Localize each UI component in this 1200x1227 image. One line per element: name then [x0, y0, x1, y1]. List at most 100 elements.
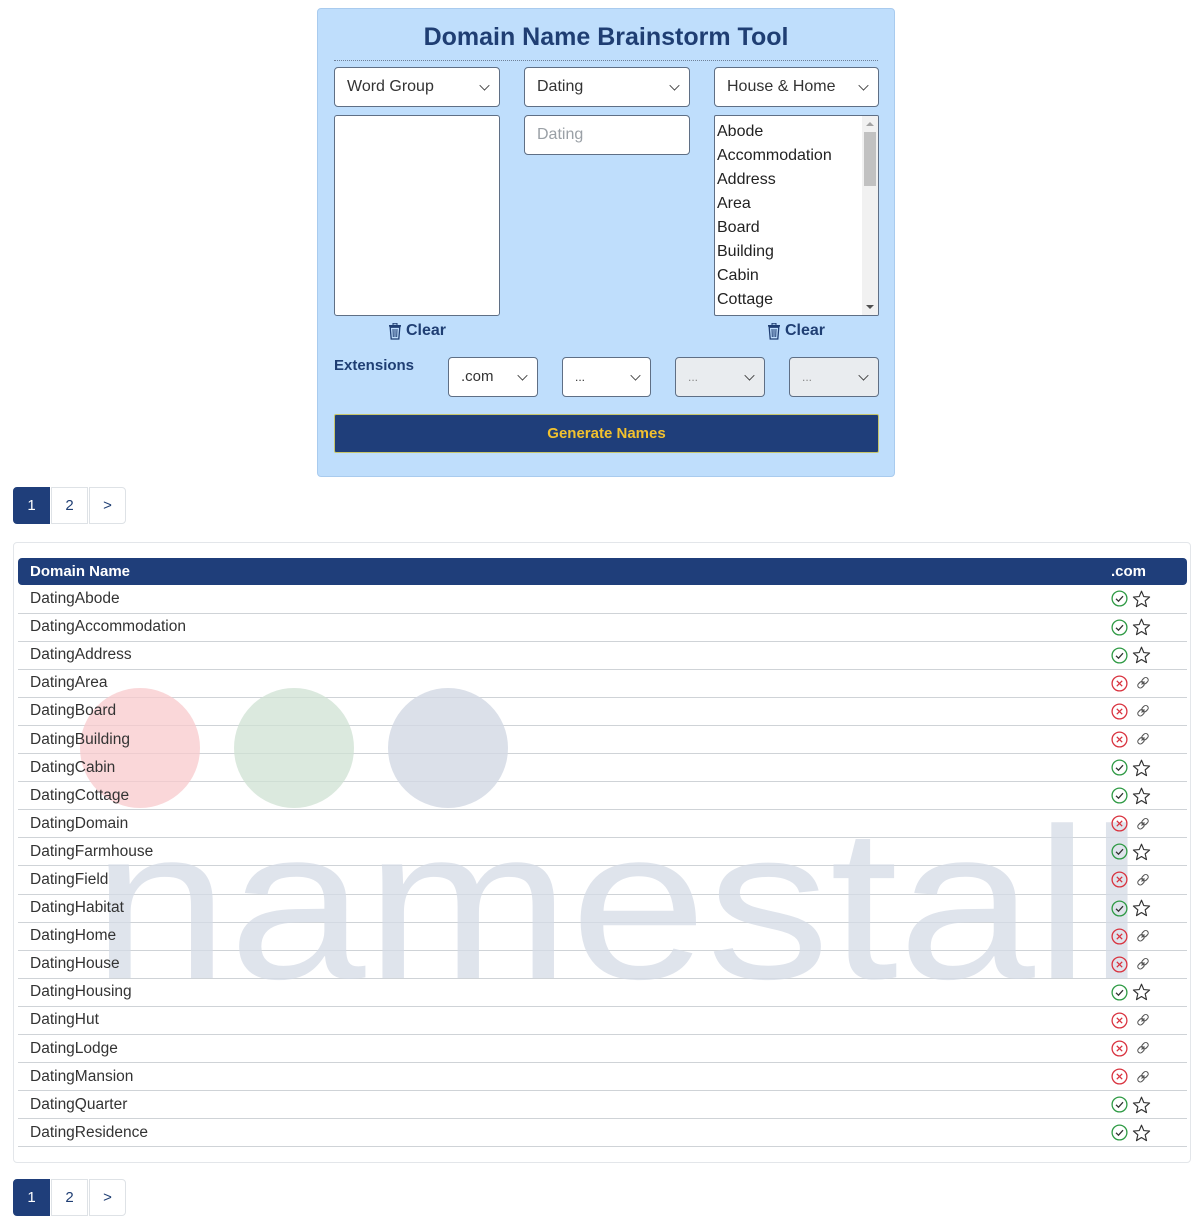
domain-name-cell[interactable]: DatingHut	[18, 1006, 1071, 1036]
com-status-cell	[1071, 725, 1187, 755]
available-check-icon	[1111, 899, 1128, 917]
scrollbar-thumb[interactable]	[864, 132, 876, 186]
star-favorite-icon[interactable]	[1132, 1124, 1151, 1142]
domain-name-cell[interactable]: DatingAccommodation	[18, 613, 1071, 642]
available-check-icon	[1111, 843, 1128, 860]
domain-name-cell[interactable]: DatingCabin	[18, 753, 1071, 783]
com-status-cell	[1071, 1118, 1187, 1148]
domain-name-cell[interactable]: DatingField	[18, 865, 1071, 895]
word-list-option[interactable]: Address	[715, 168, 878, 192]
taken-x-icon	[1111, 956, 1128, 973]
table-row: DatingArea	[18, 669, 1187, 698]
com-status-cell	[1071, 641, 1187, 670]
link-icon[interactable]	[1135, 1040, 1151, 1056]
star-favorite-icon[interactable]	[1132, 899, 1151, 917]
link-icon[interactable]	[1135, 928, 1151, 944]
star-favorite-icon[interactable]	[1132, 843, 1151, 861]
taken-x-icon	[1111, 675, 1128, 692]
domain-name-cell[interactable]: DatingCottage	[18, 781, 1071, 811]
pagination-bottom: 1 2 >	[13, 1179, 127, 1216]
next-page-button[interactable]: >	[89, 487, 126, 524]
keyword-input[interactable]: Dating	[524, 115, 690, 155]
link-icon[interactable]	[1135, 1069, 1151, 1085]
available-check-icon	[1111, 619, 1128, 636]
chevron-down-icon	[517, 370, 528, 381]
page-2-button[interactable]: 2	[51, 1179, 88, 1216]
domain-name-cell[interactable]: DatingHabitat	[18, 894, 1071, 923]
listbox-scrollbar[interactable]	[862, 116, 878, 315]
scroll-up-icon[interactable]	[866, 122, 874, 126]
link-icon[interactable]	[1135, 872, 1151, 888]
domain-name-cell[interactable]: DatingMansion	[18, 1062, 1071, 1092]
page-1-button[interactable]: 1	[13, 1179, 50, 1216]
domain-name-cell[interactable]: DatingHouse	[18, 950, 1071, 979]
domain-name-cell[interactable]: DatingBoard	[18, 697, 1071, 726]
domain-name-cell[interactable]: DatingBuilding	[18, 725, 1071, 755]
table-row: DatingCottage	[18, 781, 1187, 811]
table-header-row: Domain Name .com	[18, 558, 1187, 585]
link-icon[interactable]	[1135, 675, 1151, 691]
word-list-option[interactable]: Area	[715, 192, 878, 216]
word-group-select[interactable]: Word Group	[334, 67, 500, 107]
table-row: DatingAddress	[18, 641, 1187, 670]
link-icon[interactable]	[1135, 731, 1151, 747]
word-list-option[interactable]: Cabin	[715, 264, 878, 288]
col-domain-name[interactable]: Domain Name	[18, 558, 1071, 585]
word-list-option[interactable]: Building	[715, 240, 878, 264]
star-favorite-icon[interactable]	[1132, 646, 1151, 664]
col-com[interactable]: .com	[1071, 558, 1187, 585]
domain-name-cell[interactable]: DatingHousing	[18, 978, 1071, 1007]
taken-x-icon	[1111, 928, 1128, 945]
scroll-down-icon[interactable]	[866, 305, 874, 309]
taken-x-icon	[1111, 731, 1128, 748]
domain-name-cell[interactable]: DatingResidence	[18, 1118, 1071, 1148]
domain-name-cell[interactable]: DatingLodge	[18, 1034, 1071, 1064]
next-page-button[interactable]: >	[89, 1179, 126, 1216]
star-favorite-icon[interactable]	[1132, 1096, 1151, 1114]
table-row: DatingQuarter	[18, 1090, 1187, 1120]
domain-name-cell[interactable]: DatingHome	[18, 922, 1071, 951]
domain-name-cell[interactable]: DatingAbode	[18, 585, 1071, 614]
domain-name-cell[interactable]: DatingDomain	[18, 809, 1071, 839]
extension-select-3[interactable]: ...	[675, 357, 765, 397]
clear-right-button[interactable]: Clear	[767, 322, 825, 340]
category-select-1[interactable]: Dating	[524, 67, 690, 107]
star-favorite-icon[interactable]	[1132, 759, 1151, 777]
generate-names-button[interactable]: Generate Names	[334, 414, 879, 453]
link-icon[interactable]	[1135, 703, 1151, 719]
page-2-button[interactable]: 2	[51, 487, 88, 524]
table-row: DatingHouse	[18, 950, 1187, 979]
available-check-icon	[1111, 787, 1128, 804]
clear-right-label: Clear	[785, 322, 826, 339]
word-listbox[interactable]: Abode Accommodation Address Area Board Buildi…	[714, 115, 879, 316]
word-list-option[interactable]: Abode	[715, 120, 878, 144]
link-icon[interactable]	[1135, 816, 1151, 832]
word-list-option[interactable]: Cottage	[715, 288, 878, 312]
table-row: DatingResidence	[18, 1118, 1187, 1148]
com-status-cell	[1071, 837, 1187, 867]
star-favorite-icon[interactable]	[1132, 983, 1151, 1001]
star-favorite-icon[interactable]	[1132, 787, 1151, 805]
com-status-cell	[1071, 978, 1187, 1007]
domain-name-cell[interactable]: DatingFarmhouse	[18, 837, 1071, 867]
link-icon[interactable]	[1135, 1012, 1151, 1028]
domain-name-cell[interactable]: DatingQuarter	[18, 1090, 1071, 1120]
extension-select-4[interactable]: ...	[789, 357, 879, 397]
star-favorite-icon[interactable]	[1132, 590, 1151, 608]
extension-select-4-value: ...	[802, 370, 813, 384]
word-group-listbox[interactable]	[334, 115, 500, 316]
chevron-down-icon	[858, 370, 869, 381]
com-status-cell	[1071, 669, 1187, 698]
domain-name-cell[interactable]: DatingAddress	[18, 641, 1071, 670]
link-icon[interactable]	[1135, 956, 1151, 972]
domain-name-cell[interactable]: DatingArea	[18, 669, 1071, 698]
extension-select-2[interactable]: ...	[562, 357, 651, 397]
word-list-option[interactable]: Accommodation	[715, 144, 878, 168]
star-favorite-icon[interactable]	[1132, 618, 1151, 636]
page-1-button[interactable]: 1	[13, 487, 50, 524]
category-select-2-value: House & Home	[727, 78, 836, 95]
word-list-option[interactable]: Board	[715, 216, 878, 240]
extension-select-1[interactable]: .com	[448, 357, 538, 397]
category-select-2[interactable]: House & Home	[714, 67, 879, 107]
clear-left-button[interactable]: Clear	[388, 322, 446, 340]
